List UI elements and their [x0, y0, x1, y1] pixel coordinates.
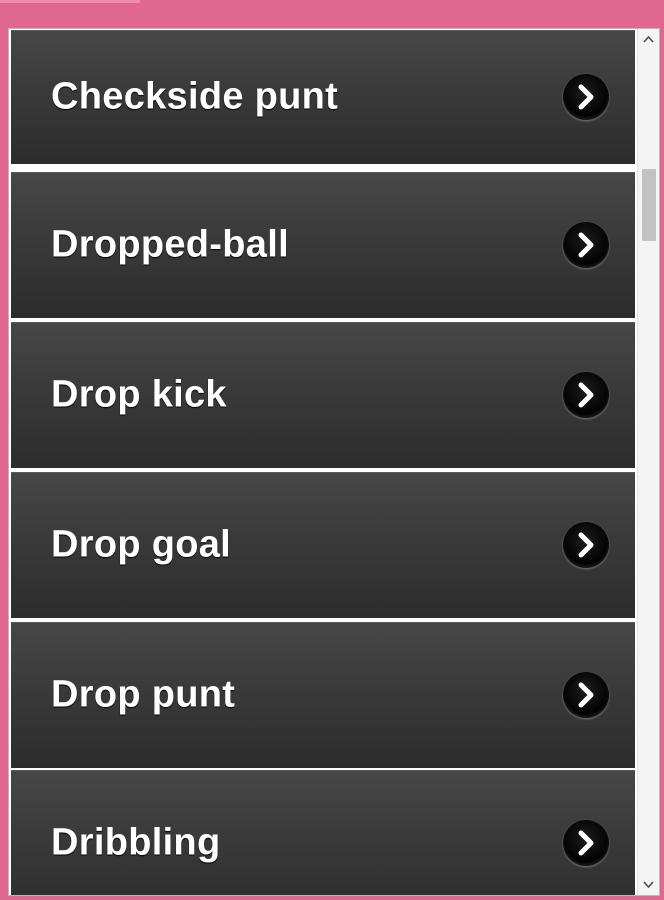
list-item-checkside-punt[interactable]: Checkside punt	[11, 30, 635, 164]
scrollbar-thumb[interactable]	[642, 169, 656, 241]
title-bar-accent	[0, 0, 140, 3]
list-item-drop-punt[interactable]: Drop punt	[11, 622, 635, 768]
list-item-label: Drop kick	[51, 373, 227, 416]
list-item-drop-kick[interactable]: Drop kick	[11, 322, 635, 468]
chevron-right-icon[interactable]	[563, 521, 609, 568]
app-window-frame: Checkside punt Dropped-ball Drop kick Dr…	[0, 0, 664, 900]
list-item-drop-goal[interactable]: Drop goal	[11, 472, 635, 618]
chevron-right-icon[interactable]	[563, 73, 609, 120]
list-item-label: Drop punt	[51, 673, 236, 716]
chevron-right-icon[interactable]	[563, 671, 609, 718]
term-list: Checkside punt Dropped-ball Drop kick Dr…	[11, 30, 635, 895]
list-item-dribbling[interactable]: Dribbling	[11, 770, 635, 895]
term-list-panel: Checkside punt Dropped-ball Drop kick Dr…	[8, 28, 660, 896]
chevron-right-icon[interactable]	[563, 371, 609, 418]
chevron-right-icon[interactable]	[563, 221, 609, 268]
scroll-down-arrow-icon[interactable]	[638, 875, 659, 893]
list-item-label: Dropped-ball	[51, 223, 289, 266]
chevron-right-icon[interactable]	[563, 819, 609, 866]
list-item-dropped-ball[interactable]: Dropped-ball	[11, 172, 635, 318]
list-item-label: Dribbling	[51, 821, 221, 864]
list-item-label: Checkside punt	[51, 75, 339, 118]
vertical-scrollbar[interactable]	[637, 29, 659, 895]
scroll-up-arrow-icon[interactable]	[638, 31, 659, 49]
list-item-label: Drop goal	[51, 523, 232, 566]
